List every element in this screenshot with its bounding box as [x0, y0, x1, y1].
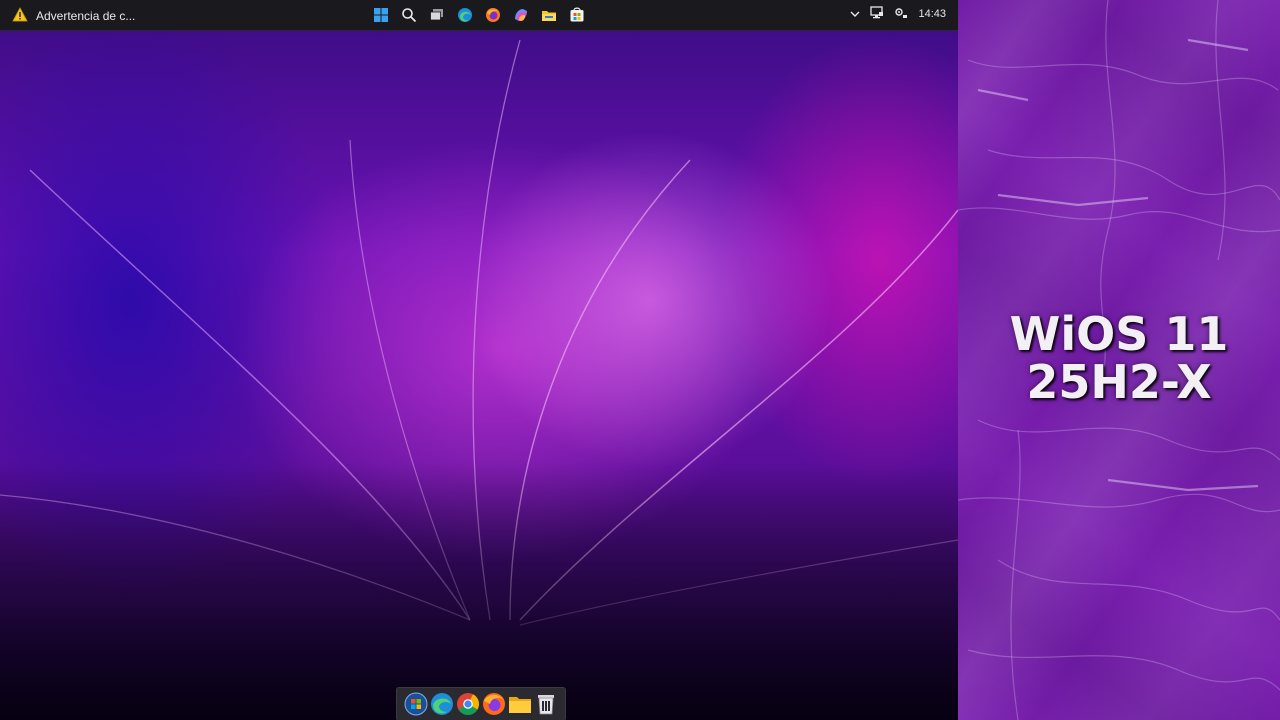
- brand-title-line2: 25H2-X: [1026, 355, 1212, 409]
- chrome-icon[interactable]: [456, 692, 480, 716]
- warning-icon: [12, 7, 28, 25]
- network-icon[interactable]: [870, 6, 884, 22]
- settings-icon[interactable]: [894, 6, 908, 22]
- notification-text: Advertencia de c...: [36, 9, 136, 23]
- wallpaper-petals: [0, 39, 958, 626]
- taskbar: Advertencia de c... 14:43: [0, 0, 958, 31]
- store-icon[interactable]: [567, 5, 587, 25]
- trash-icon[interactable]: [534, 692, 558, 716]
- brand-title-line1: WiOS 11: [1009, 307, 1229, 361]
- firefox-icon[interactable]: [482, 692, 506, 716]
- folder-icon[interactable]: [508, 692, 532, 716]
- branding-panel: WiOS 11 25H2-X: [958, 0, 1280, 720]
- start-icon[interactable]: [371, 5, 391, 25]
- dock: [396, 687, 566, 720]
- search-icon[interactable]: [399, 5, 419, 25]
- notification-area[interactable]: Advertencia de c...: [12, 7, 135, 25]
- file-explorer-icon[interactable]: [539, 5, 559, 25]
- desktop[interactable]: Advertencia de c... 14:43: [0, 0, 958, 720]
- pinned-apps: [371, 5, 587, 25]
- chevron-up-icon[interactable]: [850, 7, 860, 21]
- clock[interactable]: 14:43: [918, 8, 946, 20]
- copilot-icon[interactable]: [511, 5, 531, 25]
- brand-title: WiOS 11 25H2-X: [958, 310, 1280, 406]
- start-orb-icon[interactable]: [404, 692, 428, 716]
- system-tray: 14:43: [850, 6, 946, 22]
- edge-icon[interactable]: [430, 692, 454, 716]
- task-view-icon[interactable]: [427, 5, 447, 25]
- firefox-icon[interactable]: [483, 5, 503, 25]
- edge-icon[interactable]: [455, 5, 475, 25]
